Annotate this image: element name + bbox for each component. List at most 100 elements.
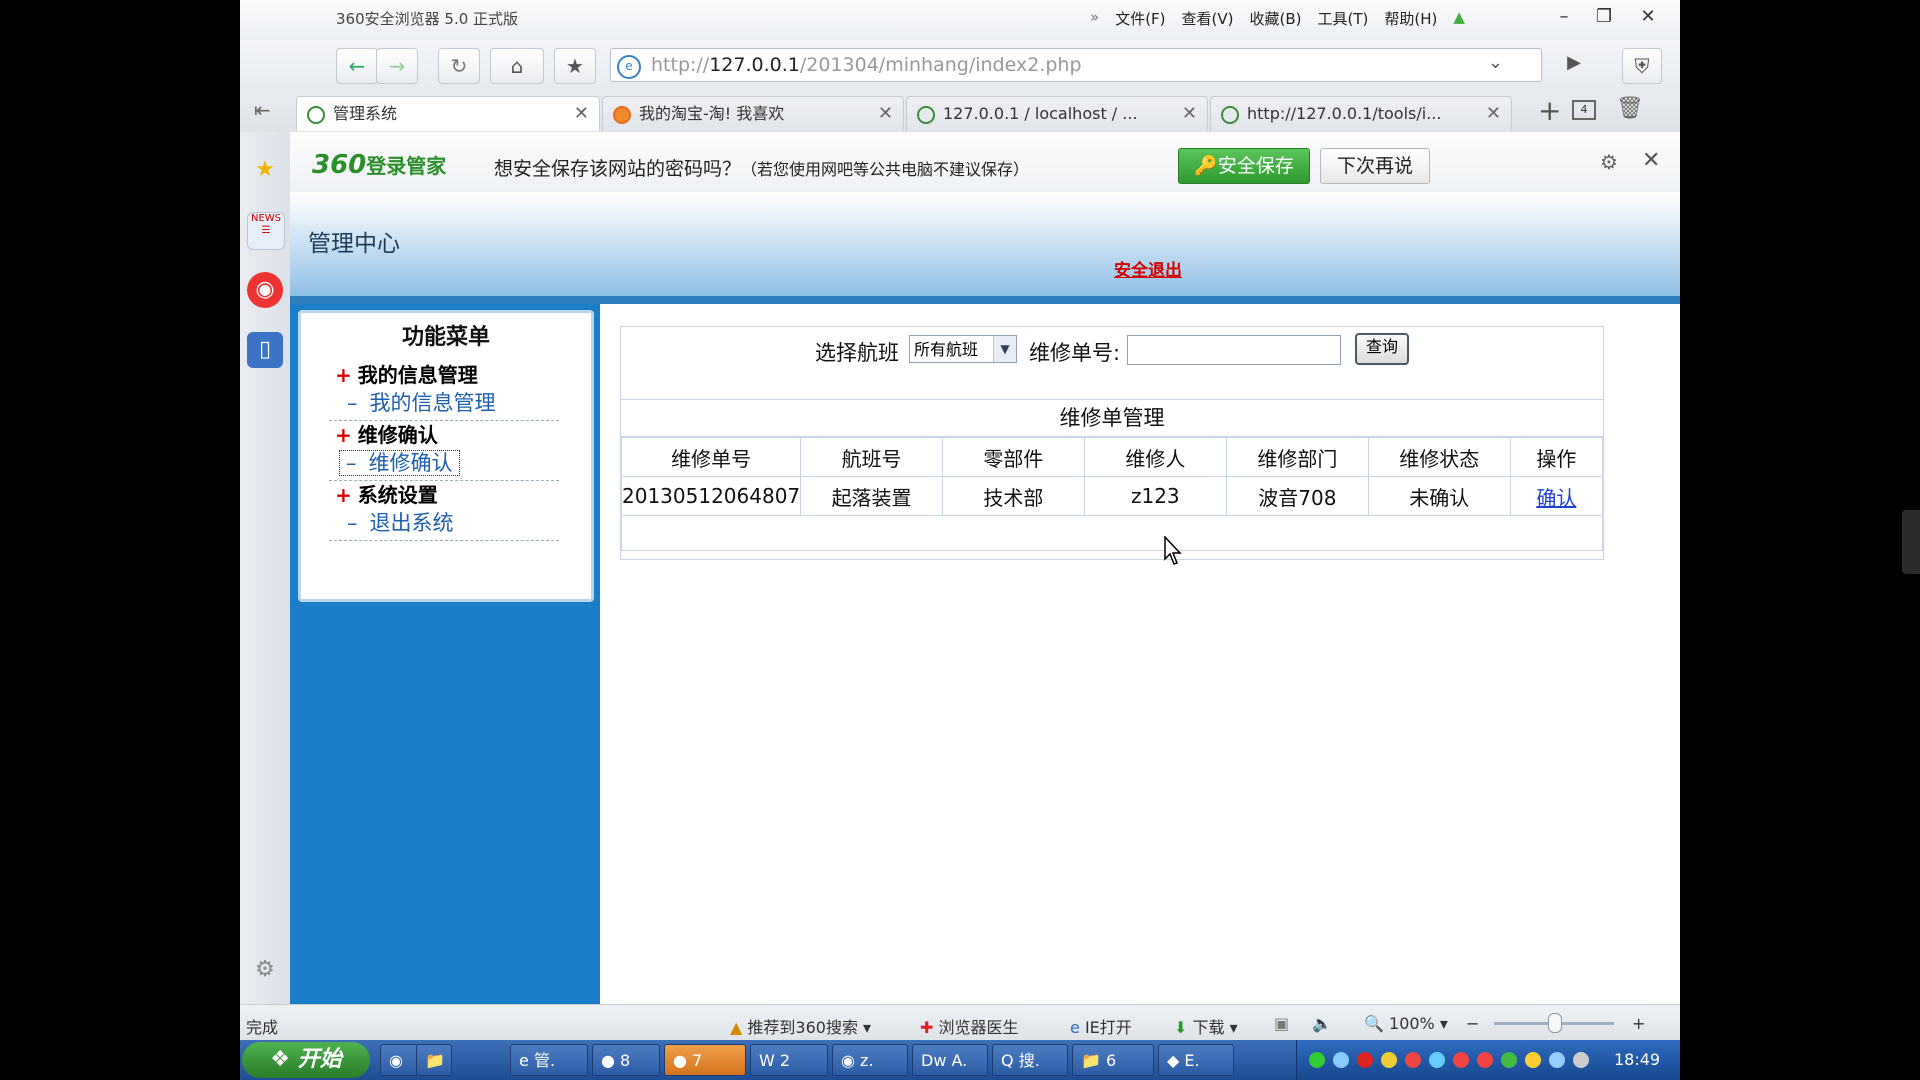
- search-row: 选择航班 所有航班 ▼ 维修单号: 查询: [621, 327, 1603, 400]
- trash-icon[interactable]: 🗑: [1616, 96, 1644, 121]
- tab-admin-system[interactable]: 管理系统 ✕: [296, 96, 600, 131]
- browser-doctor-button[interactable]: ✚ 浏览器医生: [920, 1014, 1019, 1038]
- app-icon: ◉: [841, 1051, 861, 1070]
- close-window-button[interactable]: ✕: [1630, 4, 1666, 30]
- home-button[interactable]: ⌂: [490, 48, 544, 84]
- taskbar-qq-chat[interactable]: ● 7: [664, 1044, 746, 1076]
- tab-close-icon[interactable]: ✕: [574, 97, 589, 131]
- cell-order-number: 20130512064807: [620, 476, 802, 516]
- go-icon[interactable]: ▶: [1567, 52, 1581, 73]
- zoom-out-icon[interactable]: −: [1466, 1014, 1479, 1033]
- tab-close-icon[interactable]: ✕: [878, 97, 893, 131]
- taskbar-folders[interactable]: 📁 6: [1072, 1044, 1154, 1076]
- speaker-icon[interactable]: 🔈: [1312, 1014, 1332, 1033]
- tray-icon[interactable]: [1381, 1052, 1397, 1068]
- tab-close-icon[interactable]: ✕: [1182, 97, 1197, 131]
- close-icon[interactable]: ✕: [1642, 148, 1660, 173]
- taskbar-browser[interactable]: e 管.: [510, 1044, 588, 1076]
- tray-icon[interactable]: [1453, 1052, 1469, 1068]
- menu-item-logout[interactable]: – 退出系统: [329, 505, 559, 541]
- menu-group-repair-confirm[interactable]: + 维修确认: [335, 419, 438, 448]
- zoom-in-icon[interactable]: +: [1632, 1014, 1645, 1033]
- settings-gear-icon[interactable]: ⚙: [247, 952, 283, 988]
- tray-icon[interactable]: [1549, 1052, 1565, 1068]
- flight-select[interactable]: 所有航班 ▼: [909, 335, 1017, 363]
- menu-item-my-info[interactable]: – 我的信息管理: [329, 385, 559, 421]
- recommend-360-button[interactable]: ▲ 推荐到360搜索 ▾: [730, 1014, 871, 1038]
- zoom-button[interactable]: 🔍 100% ▾: [1364, 1014, 1448, 1033]
- bookmark-star-button[interactable]: ★: [554, 48, 596, 84]
- taskbar-app-z[interactable]: ◉ z.: [832, 1044, 908, 1076]
- weibo-icon[interactable]: ◉: [247, 272, 283, 308]
- tray-icon[interactable]: [1501, 1052, 1517, 1068]
- zoom-slider-handle[interactable]: [1548, 1013, 1562, 1033]
- tray-icon[interactable]: [1333, 1052, 1349, 1068]
- refresh-button[interactable]: ↻: [438, 48, 480, 84]
- ie-open-button[interactable]: e IE打开: [1070, 1014, 1132, 1038]
- tray-icon[interactable]: [1429, 1052, 1445, 1068]
- browser-window: 360安全浏览器 5.0 正式版 » 文件(F) 查看(V) 收藏(B) 工具(…: [240, 0, 1680, 1080]
- menu-view[interactable]: 查看(V): [1182, 8, 1234, 29]
- menu-help[interactable]: 帮助(H): [1384, 8, 1437, 29]
- tray-icon[interactable]: [1405, 1052, 1421, 1068]
- start-button[interactable]: ❖ 开始: [242, 1042, 370, 1078]
- favorites-star-icon[interactable]: ★: [247, 152, 283, 188]
- new-tab-icon[interactable]: +: [1538, 94, 1561, 127]
- taskbar-dreamweaver[interactable]: Dw A.: [912, 1044, 988, 1076]
- taskbar-app-e[interactable]: ◆ E.: [1158, 1044, 1234, 1076]
- logout-link[interactable]: 安全退出: [1114, 256, 1182, 281]
- secure-save-button[interactable]: 🔑安全保存: [1178, 148, 1310, 184]
- menu-file[interactable]: 文件(F): [1115, 8, 1165, 29]
- tab-bar: ⇤ 管理系统 ✕ 我的淘宝-淘! 我喜欢 ✕ 127.0.0.1 / local…: [240, 90, 1680, 132]
- minimize-button[interactable]: –: [1546, 4, 1582, 30]
- mobile-icon[interactable]: ▯: [247, 332, 283, 368]
- menu-favorites[interactable]: 收藏(B): [1250, 8, 1302, 29]
- tray-icon[interactable]: [1357, 1052, 1373, 1068]
- confirm-link[interactable]: 确认: [1536, 486, 1576, 510]
- mouse-cursor-icon: [1164, 536, 1182, 565]
- back-button[interactable]: ←: [336, 48, 378, 84]
- tray-icon[interactable]: [1573, 1052, 1589, 1068]
- forward-button[interactable]: →: [376, 48, 418, 84]
- address-dropdown-icon[interactable]: ⌄: [1488, 52, 1503, 73]
- gear-icon[interactable]: ⚙: [1600, 150, 1618, 174]
- plus-icon: +: [335, 483, 352, 507]
- taskbar-qq-group[interactable]: ● 8: [592, 1044, 660, 1076]
- menu-tools[interactable]: 工具(T): [1318, 8, 1369, 29]
- tab-close-icon[interactable]: ✕: [1486, 97, 1501, 131]
- star-icon: ★: [566, 54, 584, 78]
- menu-group-system-settings[interactable]: + 系统设置: [335, 479, 438, 508]
- tab-localhost[interactable]: 127.0.0.1 / localhost / ... ✕: [906, 96, 1208, 131]
- menu-item-repair-confirm[interactable]: – 维修确认: [329, 445, 559, 481]
- taobao-icon: [613, 105, 631, 124]
- side-handle[interactable]: [1902, 510, 1920, 574]
- taskbar-folder-icon[interactable]: 📁: [416, 1044, 452, 1076]
- clock[interactable]: 18:49: [1614, 1050, 1660, 1069]
- magnifier-icon: 🔍: [1364, 1014, 1384, 1033]
- address-bar[interactable]: e http://127.0.0.1/201304/minhang/index2…: [610, 48, 1581, 82]
- tab-tools[interactable]: http://127.0.0.1/tools/i... ✕: [1210, 96, 1512, 131]
- window-icon[interactable]: ▣: [1274, 1014, 1289, 1033]
- skin-icon[interactable]: ▲: [1453, 8, 1465, 29]
- not-now-button[interactable]: 下次再说: [1320, 148, 1430, 184]
- plus-icon: +: [335, 423, 352, 447]
- taskbar-word[interactable]: W 2: [750, 1044, 828, 1076]
- news-icon[interactable]: NEWS ☰: [247, 212, 285, 250]
- restore-button[interactable]: ❐: [1586, 4, 1622, 30]
- taskbar-search[interactable]: Q 搜.: [992, 1044, 1068, 1076]
- table-row: 20130512064807 起落装置 技术部 z123 波音708 未确认 确…: [620, 476, 1604, 516]
- tray-icon[interactable]: [1525, 1052, 1541, 1068]
- tray-icon[interactable]: [1309, 1052, 1325, 1068]
- tab-taobao[interactable]: 我的淘宝-淘! 我喜欢 ✕: [602, 96, 904, 131]
- security-shield-button[interactable]: ⛨: [1622, 48, 1662, 84]
- menu-more-chevron[interactable]: »: [1090, 8, 1099, 29]
- tray-icon[interactable]: [1477, 1052, 1493, 1068]
- query-button[interactable]: 查询: [1355, 333, 1409, 365]
- taskbar-360-icon[interactable]: ◉: [380, 1044, 418, 1076]
- menu-group-my-info[interactable]: + 我的信息管理: [335, 359, 478, 388]
- sidebar-toggle-icon[interactable]: ⇤: [254, 98, 271, 122]
- tab-list-icon[interactable]: 4: [1572, 100, 1596, 120]
- order-number-input[interactable]: [1127, 335, 1341, 365]
- download-button[interactable]: ⬇ 下载 ▾: [1174, 1014, 1238, 1038]
- search-icon: Q: [1001, 1051, 1019, 1070]
